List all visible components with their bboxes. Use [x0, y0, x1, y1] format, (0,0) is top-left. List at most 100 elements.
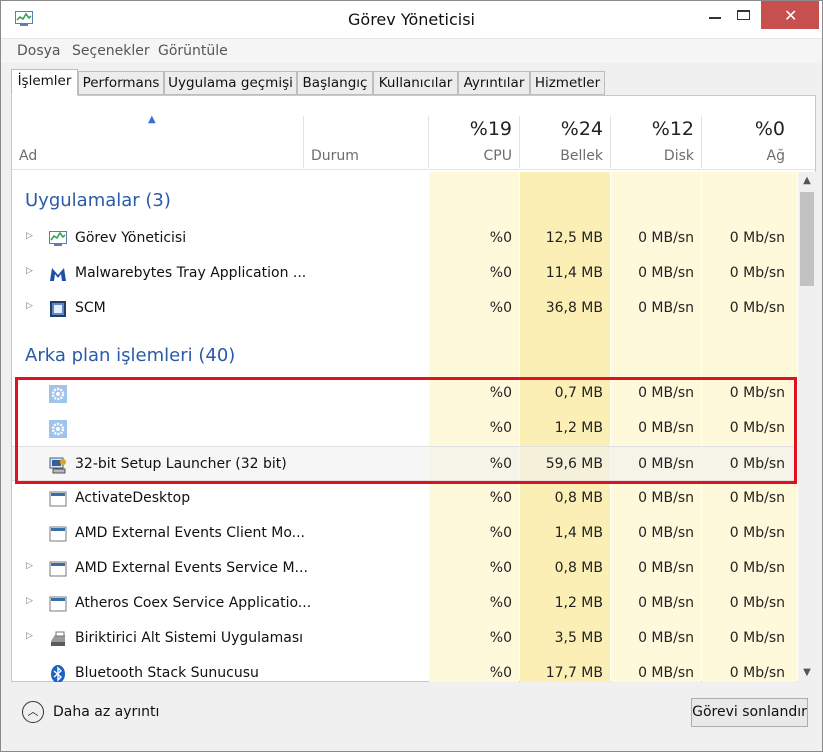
disk-value: 0 MB/sn: [638, 420, 694, 436]
tab-processes[interactable]: İşlemler: [11, 69, 78, 96]
network-value: 0 Mb/sn: [729, 665, 785, 681]
scroll-down-icon[interactable]: ▼: [798, 664, 816, 682]
process-name: Atheros Coex Service Applicatio...: [75, 595, 312, 611]
column-cpu-header[interactable]: CPU: [432, 148, 512, 164]
network-value: 0 Mb/sn: [729, 265, 785, 281]
cpu-value: %0: [489, 560, 512, 576]
window-icon: [49, 596, 67, 612]
collapse-chevron-icon[interactable]: ︿: [22, 701, 44, 723]
column-memory-header[interactable]: Bellek: [523, 148, 603, 164]
menu-file[interactable]: Dosya: [17, 43, 61, 59]
tab-performance[interactable]: Performans: [78, 71, 164, 95]
process-row[interactable]: ▷ Malwarebytes Tray Application ... %0 1…: [12, 256, 797, 291]
window-icon: [49, 491, 67, 507]
printer-icon: [51, 631, 65, 646]
network-value: 0 Mb/sn: [729, 630, 785, 646]
process-row[interactable]: ▷ Görev Yöneticisi %0 12,5 MB 0 MB/sn 0 …: [12, 221, 797, 256]
column-name-header[interactable]: Ad: [19, 148, 37, 164]
close-button[interactable]: ✕: [761, 1, 819, 29]
expand-chevron-icon[interactable]: ▷: [26, 301, 33, 311]
disk-value: 0 MB/sn: [638, 630, 694, 646]
window-icon: [49, 561, 67, 577]
memory-value: 1,2 MB: [554, 595, 603, 611]
network-value: 0 Mb/sn: [729, 490, 785, 506]
column-divider: [428, 116, 429, 168]
end-task-button[interactable]: Görevi sonlandır: [691, 698, 808, 727]
tab-details[interactable]: Ayrıntılar: [458, 71, 530, 95]
process-row[interactable]: %0 1,2 MB 0 MB/sn 0 Mb/sn: [12, 411, 797, 446]
window-title: Görev Yöneticisi: [348, 10, 475, 29]
cpu-value: %0: [489, 595, 512, 611]
column-divider: [519, 116, 520, 168]
column-divider: [610, 116, 611, 168]
group-header-background: Arka plan işlemleri (40): [25, 345, 236, 366]
disk-value: 0 MB/sn: [638, 265, 694, 281]
cpu-value: %0: [489, 525, 512, 541]
memory-value: 0,8 MB: [554, 560, 603, 576]
memory-total: %24: [560, 118, 603, 140]
expand-chevron-icon[interactable]: ▷: [26, 596, 33, 606]
process-row[interactable]: ▷ SCM %0 36,8 MB 0 MB/sn 0 Mb/sn: [12, 291, 797, 326]
group-header-apps: Uygulamalar (3): [25, 190, 171, 211]
process-name: 32-bit Setup Launcher (32 bit): [75, 456, 287, 472]
process-row[interactable]: ▷ AMD External Events Service M... %0 0,…: [12, 551, 797, 586]
expand-chevron-icon[interactable]: ▷: [26, 266, 33, 276]
tab-services[interactable]: Hizmetler: [530, 71, 605, 95]
process-name: Bluetooth Stack Sunucusu: [75, 665, 259, 681]
memory-value: 0,8 MB: [554, 490, 603, 506]
cpu-value: %0: [489, 385, 512, 401]
maximize-button[interactable]: [728, 1, 760, 29]
column-header: ▲ Ad Durum %19 CPU %24 Bellek %12 Disk %…: [12, 96, 815, 170]
process-row[interactable]: 32-bit Setup Launcher (32 bit) %0 59,6 M…: [12, 446, 797, 481]
bluetooth-icon: [51, 665, 65, 682]
memory-value: 12,5 MB: [545, 230, 603, 246]
disk-value: 0 MB/sn: [638, 525, 694, 541]
process-row[interactable]: AMD External Events Client Mo... %0 1,4 …: [12, 516, 797, 551]
expand-chevron-icon[interactable]: ▷: [26, 231, 33, 241]
cpu-total: %19: [469, 118, 512, 140]
process-list-panel: ▲ Ad Durum %19 CPU %24 Bellek %12 Disk %…: [11, 95, 816, 682]
vertical-scrollbar[interactable]: ▲ ▼: [798, 172, 816, 682]
network-value: 0 Mb/sn: [729, 525, 785, 541]
gear-icon: [49, 385, 67, 403]
network-total: %0: [754, 118, 785, 140]
menu-options[interactable]: Seçenekler: [72, 43, 150, 59]
fewer-details-link[interactable]: Daha az ayrıntı: [53, 704, 159, 720]
process-row[interactable]: ▷ Atheros Coex Service Applicatio... %0 …: [12, 586, 797, 621]
process-row[interactable]: ▷ Biriktirici Alt Sistemi Uygulaması %0 …: [12, 621, 797, 656]
disk-value: 0 MB/sn: [638, 560, 694, 576]
disk-value: 0 MB/sn: [638, 300, 694, 316]
column-status-header[interactable]: Durum: [311, 148, 359, 164]
column-divider: [303, 116, 304, 168]
scroll-up-icon[interactable]: ▲: [798, 172, 816, 190]
memory-value: 36,8 MB: [545, 300, 603, 316]
expand-chevron-icon[interactable]: ▷: [26, 561, 33, 571]
process-name: AMD External Events Client Mo...: [75, 525, 306, 541]
process-row[interactable]: Bluetooth Stack Sunucusu %0 17,7 MB 0 MB…: [12, 656, 797, 682]
process-name: AMD External Events Service M...: [75, 560, 308, 576]
window-icon: [49, 526, 67, 542]
process-row[interactable]: ActivateDesktop %0 0,8 MB 0 MB/sn 0 Mb/s…: [12, 481, 797, 516]
gear-icon: [49, 420, 67, 438]
tab-app-history[interactable]: Uygulama geçmişi: [164, 71, 297, 95]
menu-bar: Dosya Seçenekler Görüntüle: [1, 39, 822, 63]
process-name: Görev Yöneticisi: [75, 230, 187, 246]
network-value: 0 Mb/sn: [729, 595, 785, 611]
memory-value: 0,7 MB: [554, 385, 603, 401]
network-value: 0 Mb/sn: [729, 420, 785, 436]
scm-icon: [50, 301, 66, 317]
process-name: ActivateDesktop: [75, 490, 191, 506]
tab-users[interactable]: Kullanıcılar: [373, 71, 458, 95]
column-network-header[interactable]: Ağ: [705, 148, 785, 164]
column-divider: [701, 116, 702, 168]
disk-value: 0 MB/sn: [638, 230, 694, 246]
disk-value: 0 MB/sn: [638, 490, 694, 506]
menu-view[interactable]: Görüntüle: [158, 43, 228, 59]
task-manager-window: Görev Yöneticisi ✕ Dosya Seçenekler Görü…: [0, 0, 823, 752]
tab-startup[interactable]: Başlangıç: [297, 71, 373, 95]
column-disk-header[interactable]: Disk: [614, 148, 694, 164]
scrollbar-thumb[interactable]: [800, 192, 814, 286]
process-row[interactable]: %0 0,7 MB 0 MB/sn 0 Mb/sn: [12, 376, 797, 411]
expand-chevron-icon[interactable]: ▷: [26, 631, 33, 641]
process-name: SCM: [75, 300, 106, 316]
